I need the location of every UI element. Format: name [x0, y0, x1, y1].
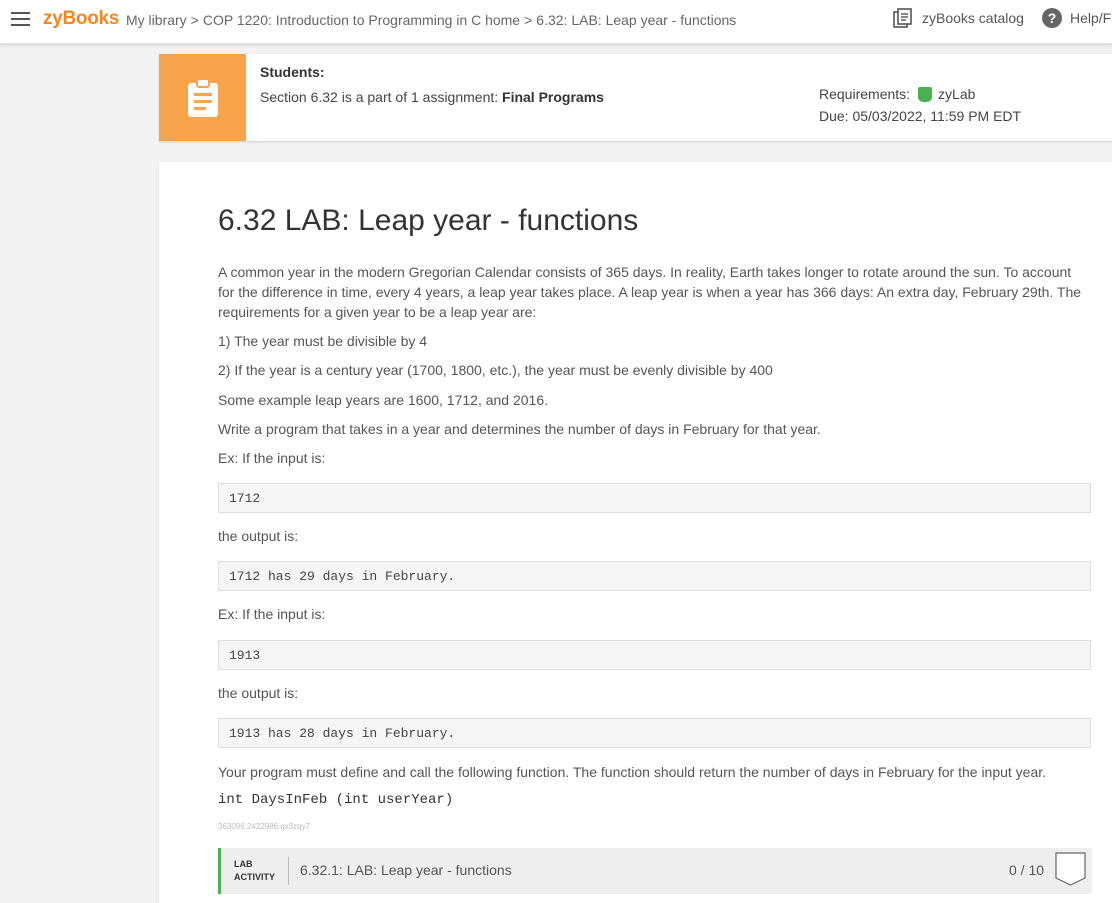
- example1-output: 1712 has 29 days in February.: [218, 561, 1091, 591]
- lab-tag-line1: LAB: [234, 859, 253, 869]
- resource-id: 363096.2422986.qx3zqy7: [218, 822, 311, 831]
- examples-text: Some example leap years are 1600, 1712, …: [218, 392, 549, 408]
- breadcrumb: My library > COP 1220: Introduction to Pro…: [126, 12, 736, 28]
- zylab-badge-icon: [918, 86, 933, 102]
- assignment-info: Section 6.32 is a part of 1 assignment: …: [260, 89, 604, 105]
- catalog-icon: [893, 8, 912, 28]
- requirements-label: Requirements:: [819, 86, 911, 102]
- breadcrumb-separator: >: [190, 12, 199, 28]
- function-signature: int DaysInFeb (int userYear): [218, 792, 454, 808]
- students-label: Students:: [260, 64, 325, 80]
- assignment-name[interactable]: Final Programs: [502, 89, 604, 105]
- rule-2: 2) If the year is a century year (1700, …: [218, 362, 773, 378]
- menu-icon[interactable]: [11, 12, 30, 26]
- assignment-banner: Students: Section 6.32 is a part of 1 as…: [159, 54, 1112, 141]
- function-requirement-text: Your program must define and call the fo…: [218, 764, 1047, 780]
- lab-tag-line2: ACTIVITY: [234, 872, 276, 882]
- example2-output: 1913 has 28 days in February.: [218, 718, 1091, 748]
- divider: [288, 857, 289, 885]
- zybooks-logo[interactable]: zyBooks: [43, 8, 119, 30]
- content-card: 6.32 LAB: Leap year - functions A common…: [159, 162, 1112, 903]
- clipboard-icon: [159, 54, 246, 141]
- breadcrumb-course-home[interactable]: COP 1220: Introduction to Programming in…: [203, 12, 520, 28]
- completion-badge-icon: [1055, 852, 1086, 886]
- catalog-label: zyBooks catalog: [922, 10, 1024, 26]
- example1-input: 1712: [218, 483, 1091, 513]
- zybooks-catalog-link[interactable]: zyBooks catalog: [893, 8, 1024, 28]
- rule-1: 1) The year must be divisible by 4: [218, 333, 428, 349]
- breadcrumb-separator: >: [524, 12, 533, 28]
- lab-activity-title: 6.32.1: LAB: Leap year - functions: [300, 862, 512, 878]
- example1-input-label: Ex: If the input is:: [218, 450, 326, 466]
- breadcrumb-current-section: 6.32: LAB: Leap year - functions: [536, 12, 737, 28]
- help-icon: ?: [1042, 8, 1062, 28]
- page-title: 6.32 LAB: Leap year - functions: [218, 204, 639, 237]
- lab-activity-tag: LAB ACTIVITY: [234, 858, 275, 884]
- lab-score: 0 / 10: [1009, 862, 1045, 878]
- example2-input-label: Ex: If the input is:: [218, 606, 326, 622]
- intro-paragraph: A common year in the modern Gregorian Ca…: [218, 264, 1082, 320]
- lab-activity-header[interactable]: LAB ACTIVITY 6.32.1: LAB: Leap year - fu…: [218, 848, 1092, 894]
- top-bar: zyBooks My library > COP 1220: Introductio…: [0, 0, 1112, 44]
- due-date: Due: 05/03/2022, 11:59 PM EDT: [819, 108, 1022, 124]
- example2-input: 1913: [218, 640, 1091, 670]
- help-label: Help/F: [1070, 10, 1112, 26]
- requirements: Requirements: zyLab: [819, 86, 975, 102]
- breadcrumb-my-library[interactable]: My library: [126, 12, 187, 28]
- requirement-type: zyLab: [938, 86, 976, 102]
- section-assignment-text: Section 6.32 is a part of 1 assignment:: [260, 89, 503, 105]
- task-text: Write a program that takes in a year and…: [218, 421, 821, 437]
- example1-output-label: the output is:: [218, 528, 299, 544]
- help-link[interactable]: ? Help/F: [1042, 8, 1111, 28]
- example2-output-label: the output is:: [218, 685, 299, 701]
